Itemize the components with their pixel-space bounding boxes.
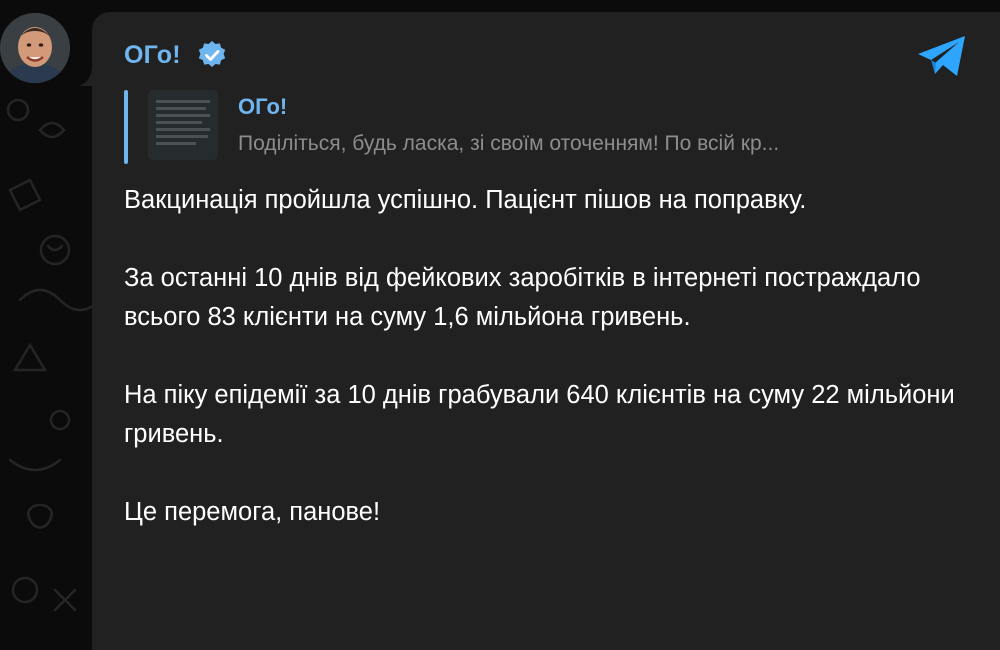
message-paragraph: Вакцинація пройшла успішно. Пацієнт пішо… bbox=[124, 186, 807, 214]
reply-thumbnail bbox=[148, 90, 218, 160]
message-paragraph: За останні 10 днів від фейкових заробітк… bbox=[124, 264, 921, 331]
reply-preview[interactable]: ОГо! Поділіться, будь ласка, зі своїм от… bbox=[124, 88, 974, 164]
channel-avatar[interactable] bbox=[0, 13, 70, 83]
sender-name[interactable]: ОГо! bbox=[124, 41, 181, 70]
reply-text: Поділіться, будь ласка, зі своїм оточенн… bbox=[238, 132, 780, 155]
avatar-photo-icon bbox=[0, 13, 70, 83]
message-text: Вакцинація пройшла успішно. Пацієнт пішо… bbox=[124, 181, 964, 571]
reply-title: ОГо! bbox=[238, 94, 288, 119]
message-paragraph: На піку епідемії за 10 днів грабували 64… bbox=[124, 381, 955, 448]
reply-thumbnail-image bbox=[148, 90, 218, 160]
message-paragraph: Це перемога, панове! bbox=[124, 498, 381, 526]
reply-accent-bar bbox=[124, 90, 128, 164]
chat-background: ОГо! ОГо! Поділіться, будь ласка, зі сво… bbox=[0, 0, 1000, 650]
telegram-plane-icon[interactable] bbox=[916, 34, 968, 78]
sender-row: ОГо! bbox=[124, 38, 227, 72]
chat-doodle-pattern bbox=[6, 98, 100, 612]
verified-badge-icon bbox=[198, 41, 225, 67]
